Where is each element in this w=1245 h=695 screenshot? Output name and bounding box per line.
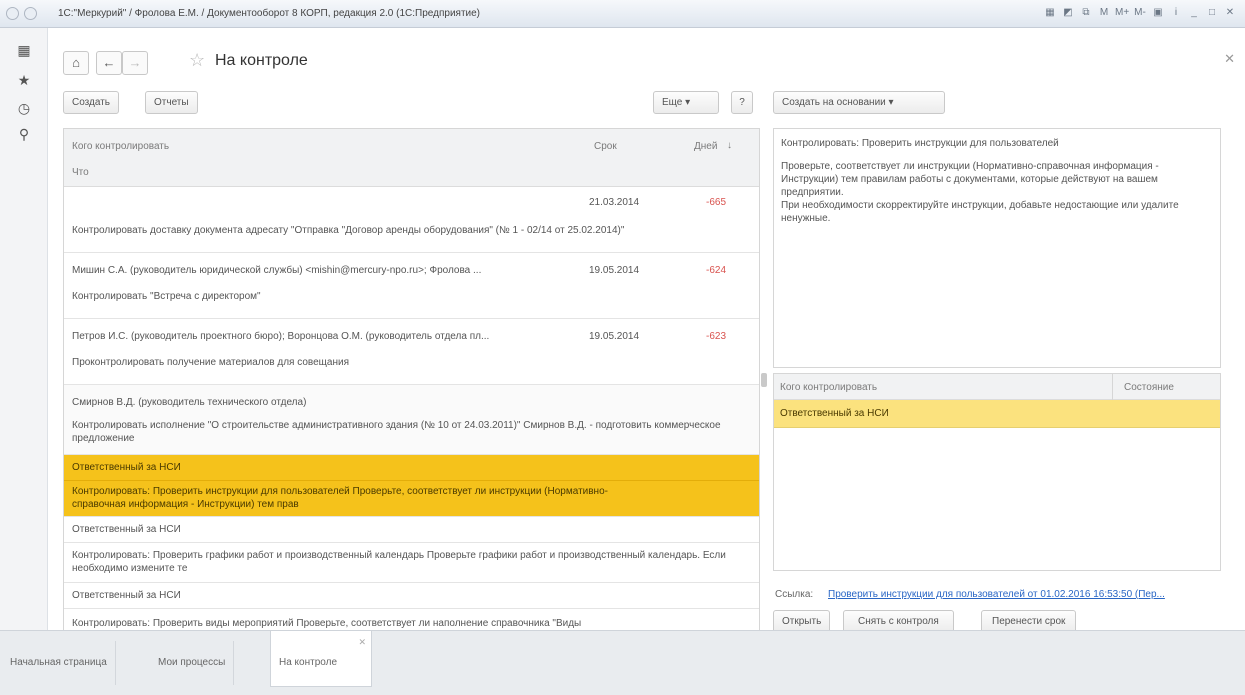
- maximize-icon[interactable]: □: [1205, 6, 1219, 20]
- add-favorite-icon[interactable]: ☆: [189, 50, 205, 71]
- controller-name: Ответственный за НСИ: [780, 408, 889, 419]
- back-button[interactable]: ←: [96, 51, 122, 75]
- memory-minus-icon[interactable]: M-: [1133, 6, 1147, 20]
- row-what: Проконтролировать получение материалов д…: [72, 357, 349, 368]
- window-title: 1С:"Меркурий" / Фролова Е.М. / Документо…: [58, 8, 480, 19]
- left-panel: ▦ ★ ◷ ⚲: [0, 28, 48, 630]
- description-body: Проверьте, соответствует ли инструкции (…: [781, 161, 1159, 198]
- table-row-selected[interactable]: Ответственный за НСИ: [64, 455, 759, 481]
- window-menu-icon[interactable]: [24, 7, 37, 20]
- page-title: На контроле: [215, 52, 308, 69]
- main-area: ⌂ ← → ☆ На контроле ✕ Создать Отчеты Еще…: [48, 28, 1245, 638]
- memory-plus-icon[interactable]: M+: [1115, 6, 1129, 20]
- row-what: Контролировать "Встреча с директором": [72, 291, 261, 302]
- help-button[interactable]: ?: [731, 91, 753, 114]
- row-days: -624: [706, 265, 727, 276]
- window-title-bar: 1С:"Меркурий" / Фролова Е.М. / Документо…: [0, 0, 1245, 28]
- description-panel: Контролировать: Проверить инструкции для…: [773, 128, 1221, 368]
- arrow-left-icon: ←: [102, 55, 116, 70]
- app-logo-icon: [6, 7, 19, 20]
- chevron-down-icon: ▾: [888, 97, 894, 108]
- history-icon[interactable]: ◷: [15, 100, 33, 117]
- star-icon[interactable]: ★: [15, 72, 33, 89]
- controllers-table: Кого контролировать Состояние Ответствен…: [773, 373, 1221, 571]
- create-based-label: Создать на основании: [782, 97, 886, 108]
- column-header-state[interactable]: Состояние: [1124, 382, 1174, 393]
- row-deadline: 21.03.2014: [589, 197, 640, 208]
- description-body-2: При необходимости скорректируйте инструк…: [781, 200, 1179, 224]
- minimize-icon[interactable]: _: [1187, 6, 1201, 20]
- controllers-row-selected[interactable]: Ответственный за НСИ: [774, 400, 1220, 428]
- home-button[interactable]: ⌂: [63, 51, 89, 75]
- column-header-controller[interactable]: Кого контролировать: [780, 382, 877, 393]
- open-tabs-bar: Начальная страница Мои процессы На контр…: [0, 630, 1245, 695]
- row-what: Контролировать доставку документа адреса…: [72, 225, 625, 236]
- column-divider: [1112, 374, 1113, 400]
- link-label: Ссылка:: [775, 589, 814, 600]
- search-icon[interactable]: ⚲: [15, 126, 33, 143]
- row-who: Ответственный за НСИ: [72, 462, 181, 473]
- sort-arrow-icon[interactable]: ↓: [727, 140, 732, 151]
- column-header-what[interactable]: Что: [72, 167, 89, 178]
- more-label: Еще: [662, 97, 683, 108]
- tab-on-control-label: На контроле: [279, 657, 338, 668]
- reports-button[interactable]: Отчеты: [145, 91, 198, 114]
- forward-button[interactable]: →: [122, 51, 148, 75]
- row-who: Смирнов В.Д. (руководитель технического …: [72, 397, 307, 408]
- table-row[interactable]: 21.03.2014 -665 Контролировать доставку …: [64, 187, 759, 253]
- close-icon[interactable]: ✕: [1224, 51, 1235, 67]
- row-what: Контролировать исполнение "О строительст…: [72, 420, 721, 444]
- row-who: Ответственный за НСИ: [72, 524, 181, 535]
- table-header: Кого контролировать Срок Дней ↓ Что: [64, 129, 759, 187]
- calendar-icon[interactable]: ▣: [1151, 6, 1165, 20]
- toolbar-icon[interactable]: ◩: [1061, 6, 1075, 20]
- toolbar-icon[interactable]: ⧉: [1079, 6, 1093, 20]
- tab-start-page[interactable]: Начальная страница: [2, 641, 116, 685]
- create-button[interactable]: Создать: [63, 91, 120, 114]
- home-icon: ⌂: [72, 55, 80, 70]
- info-icon[interactable]: i: [1169, 6, 1183, 20]
- window-controls: ▦ ◩ ⧉ M M+ M- ▣ i _ □ ✕: [1043, 6, 1237, 20]
- row-who: Мишин С.А. (руководитель юридической слу…: [72, 265, 482, 276]
- table-row[interactable]: Смирнов В.Д. (руководитель технического …: [64, 385, 759, 455]
- more-button[interactable]: Еще ▾: [653, 91, 719, 114]
- column-header-deadline[interactable]: Срок: [594, 141, 617, 152]
- table-row-selected[interactable]: Контролировать: Проверить инструкции для…: [64, 481, 759, 517]
- close-window-icon[interactable]: ✕: [1223, 6, 1237, 20]
- control-table: Кого контролировать Срок Дней ↓ Что 21.0…: [63, 128, 760, 638]
- toolbar-icon[interactable]: ▦: [1043, 6, 1057, 20]
- row-days: -623: [706, 331, 727, 342]
- chevron-down-icon: ▾: [685, 97, 691, 108]
- create-based-button[interactable]: Создать на основании ▾: [773, 91, 945, 114]
- row-who: Ответственный за НСИ: [72, 590, 181, 601]
- row-days: -665: [706, 197, 727, 208]
- table-row[interactable]: Ответственный за НСИ: [64, 517, 759, 543]
- table-row[interactable]: Мишин С.А. (руководитель юридической слу…: [64, 253, 759, 319]
- tab-my-processes[interactable]: Мои процессы: [150, 641, 235, 685]
- grid-icon[interactable]: ▦: [15, 42, 33, 59]
- arrow-right-icon: →: [128, 55, 142, 70]
- column-header-days[interactable]: Дней: [694, 141, 717, 152]
- table-row[interactable]: Ответственный за НСИ: [64, 583, 759, 609]
- column-header-whom[interactable]: Кого контролировать: [72, 141, 169, 152]
- row-deadline: 19.05.2014: [589, 265, 640, 276]
- tab-close-icon[interactable]: ✕: [358, 637, 366, 648]
- row-what: Контролировать: Проверить инструкции для…: [72, 486, 608, 510]
- tab-on-control[interactable]: На контроле ✕: [270, 631, 372, 687]
- table-row[interactable]: Петров И.С. (руководитель проектного бюр…: [64, 319, 759, 385]
- row-who: Петров И.С. (руководитель проектного бюр…: [72, 331, 490, 342]
- controllers-header: Кого контролировать Состояние: [774, 374, 1220, 400]
- table-row[interactable]: Контролировать: Проверить графики работ …: [64, 543, 759, 583]
- scrollbar-thumb[interactable]: [761, 373, 767, 387]
- row-what: Контролировать: Проверить графики работ …: [72, 550, 726, 574]
- description-title: Контролировать: Проверить инструкции для…: [781, 138, 1059, 149]
- row-deadline: 19.05.2014: [589, 331, 640, 342]
- source-link[interactable]: Проверить инструкции для пользователей о…: [828, 589, 1223, 600]
- row-what: Контролировать: Проверить виды мероприят…: [72, 618, 582, 629]
- memory-icon[interactable]: M: [1097, 6, 1111, 20]
